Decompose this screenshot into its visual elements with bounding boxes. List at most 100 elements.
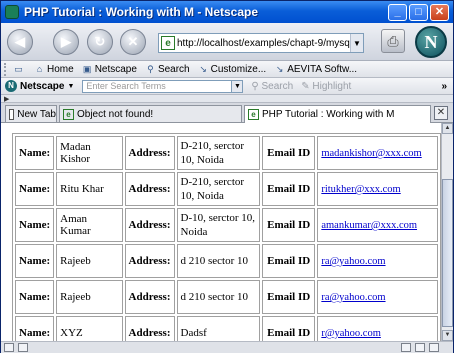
tab-view-icon: ▭ (14, 63, 23, 74)
netscape-icon: ▣ (82, 63, 92, 74)
name-label: Name: (15, 208, 55, 242)
email-label: Email ID (261, 208, 316, 242)
netscape-brand-label: Netscape (20, 80, 65, 92)
title-bar: PHP Tutorial : Working with M - Netscape… (1, 1, 453, 23)
home-label: Home (47, 63, 74, 75)
search-dropdown-icon[interactable]: ▼ (232, 79, 244, 93)
home-icon: ⌂ (36, 63, 43, 74)
table-row: Name: Rajeeb Address: d 210 sector 10 Email … (15, 244, 438, 278)
navigation-toolbar: ◀ ▶ ↻ ✕ e http://localhost/examples/chap… (1, 23, 453, 61)
print-icon[interactable]: ⎙ (381, 29, 405, 53)
netscape-label: Netscape (94, 63, 137, 75)
status-offline-icon[interactable] (415, 343, 425, 352)
name-value: XYZ (56, 316, 123, 341)
table-row: Name: XYZ Address: Dadsf Email ID r@yahoo.com (15, 316, 438, 341)
forward-button[interactable]: ▶ (53, 29, 79, 55)
status-security-icon[interactable] (401, 343, 411, 352)
search-button[interactable]: ⚲ Search (251, 81, 293, 92)
email-cell: ritukher@xxx.com (317, 172, 438, 206)
scroll-up-icon[interactable]: ▲ (442, 123, 453, 134)
tab-label: New Tab (17, 108, 56, 120)
address-label: Address: (124, 244, 175, 278)
netscape-link[interactable]: ▣ Netscape (82, 64, 137, 75)
email-label: Email ID (261, 136, 316, 170)
search-link[interactable]: ⚲ Search (145, 63, 190, 75)
tab-bar: New Tab e Object not found! e PHP Tutori… (1, 103, 453, 123)
tab-label: Object not found! (77, 108, 154, 120)
name-value: Rajeeb (56, 280, 123, 314)
tab-object-not-found[interactable]: e Object not found! (59, 105, 242, 122)
triangle-right-icon: ▶ (4, 96, 10, 103)
status-component-icon[interactable] (4, 343, 14, 352)
home-link[interactable]: ⌂ Home (34, 64, 74, 75)
close-tab-icon[interactable]: ✕ (434, 106, 448, 120)
status-component-icon[interactable] (18, 343, 28, 352)
aevita-link[interactable]: ↘ AEVITA Softw... (274, 64, 357, 75)
sidebar-toggle-strip[interactable]: ▶ (1, 95, 453, 103)
scroll-down-icon[interactable]: ▼ (442, 330, 453, 341)
tab-new-tab[interactable]: New Tab (5, 105, 57, 122)
search-label: Search (157, 63, 190, 75)
email-link[interactable]: ritukher@xxx.com (321, 184, 400, 195)
netscape-small-icon: N (5, 80, 17, 92)
page-icon: e (63, 108, 74, 120)
address-label: Address: (124, 208, 175, 242)
netscape-app-icon (5, 5, 19, 19)
forward-arrow-icon: ▶ (61, 34, 71, 49)
search-input[interactable]: Enter Search Terms (82, 79, 233, 93)
name-label: Name: (15, 244, 55, 278)
page-content: Name: Madan Kishor Address: D-210, serctor … (1, 123, 441, 341)
stop-button[interactable]: ✕ (120, 29, 146, 55)
search-button-label: Search (261, 80, 294, 92)
address-label: Address: (124, 172, 175, 206)
email-link[interactable]: ra@yahoo.com (321, 292, 385, 303)
netscape-search-brand[interactable]: N Netscape ▼ (5, 80, 74, 92)
table-row: Name: Madan Kishor Address: D-210, serctor … (15, 136, 438, 170)
reload-button[interactable]: ↻ (87, 29, 113, 55)
maximize-button[interactable]: □ (409, 3, 428, 21)
bookmark-icon: ↘ (199, 63, 207, 74)
address-label: Address: (124, 316, 175, 341)
email-link[interactable]: madankishor@xxx.com (321, 148, 421, 159)
customize-link[interactable]: ↘ Customize... (198, 63, 266, 75)
name-label: Name: (15, 316, 55, 341)
more-toolbar-button[interactable]: » (441, 81, 447, 92)
vertical-scrollbar[interactable]: ▲ ▼ (441, 123, 453, 341)
netscape-logo-icon[interactable]: N (415, 26, 447, 58)
highlight-button[interactable]: ✎ Highlight (301, 81, 351, 92)
address-value: d 210 sector 10 (176, 280, 260, 314)
table-row: Name: Aman Kumar Address: D-10, serctor 10,… (15, 208, 438, 242)
status-lock-icon[interactable] (429, 343, 439, 352)
address-value: d 210 sector 10 (176, 244, 260, 278)
name-value: Ritu Khar (56, 172, 123, 206)
email-link[interactable]: amankumar@xxx.com (321, 220, 417, 231)
name-value: Rajeeb (56, 244, 123, 278)
url-dropdown-icon[interactable]: ▼ (350, 34, 363, 52)
email-cell: r@yahoo.com (317, 316, 438, 341)
email-label: Email ID (261, 172, 316, 206)
tab-php-tutorial[interactable]: e PHP Tutorial : Working with M (244, 105, 431, 123)
address-value: D-210, serctor 10, Noida (176, 172, 260, 206)
email-cell: ra@yahoo.com (317, 280, 438, 314)
minimize-button[interactable]: _ (388, 3, 407, 21)
back-button[interactable]: ◀ (7, 29, 33, 55)
page-icon: e (248, 109, 259, 120)
close-button[interactable]: ✕ (430, 3, 449, 21)
address-label: Address: (124, 280, 175, 314)
url-text[interactable]: http://localhost/examples/chapt-9/mysql_… (177, 38, 350, 49)
address-value: Dadsf (176, 316, 260, 341)
email-cell: amankumar@xxx.com (317, 208, 438, 242)
url-field[interactable]: e http://localhost/examples/chapt-9/mysq… (158, 33, 364, 53)
email-link[interactable]: ra@yahoo.com (321, 256, 385, 267)
new-tab-icon (9, 108, 15, 120)
email-link[interactable]: r@yahoo.com (321, 328, 381, 339)
email-cell: ra@yahoo.com (317, 244, 438, 278)
address-label: Address: (124, 136, 175, 170)
aevita-label: AEVITA Softw... (287, 63, 358, 75)
toolbar-grip[interactable] (4, 62, 10, 76)
bookmark-icon: ↘ (275, 63, 284, 74)
table-row: Name: Ritu Khar Address: D-210, serctor 10,… (15, 172, 438, 206)
scrollbar-thumb[interactable] (442, 179, 453, 327)
tab-view-button[interactable]: ▭ (13, 64, 26, 75)
address-value: D-10, serctor 10, Noida (176, 208, 260, 242)
